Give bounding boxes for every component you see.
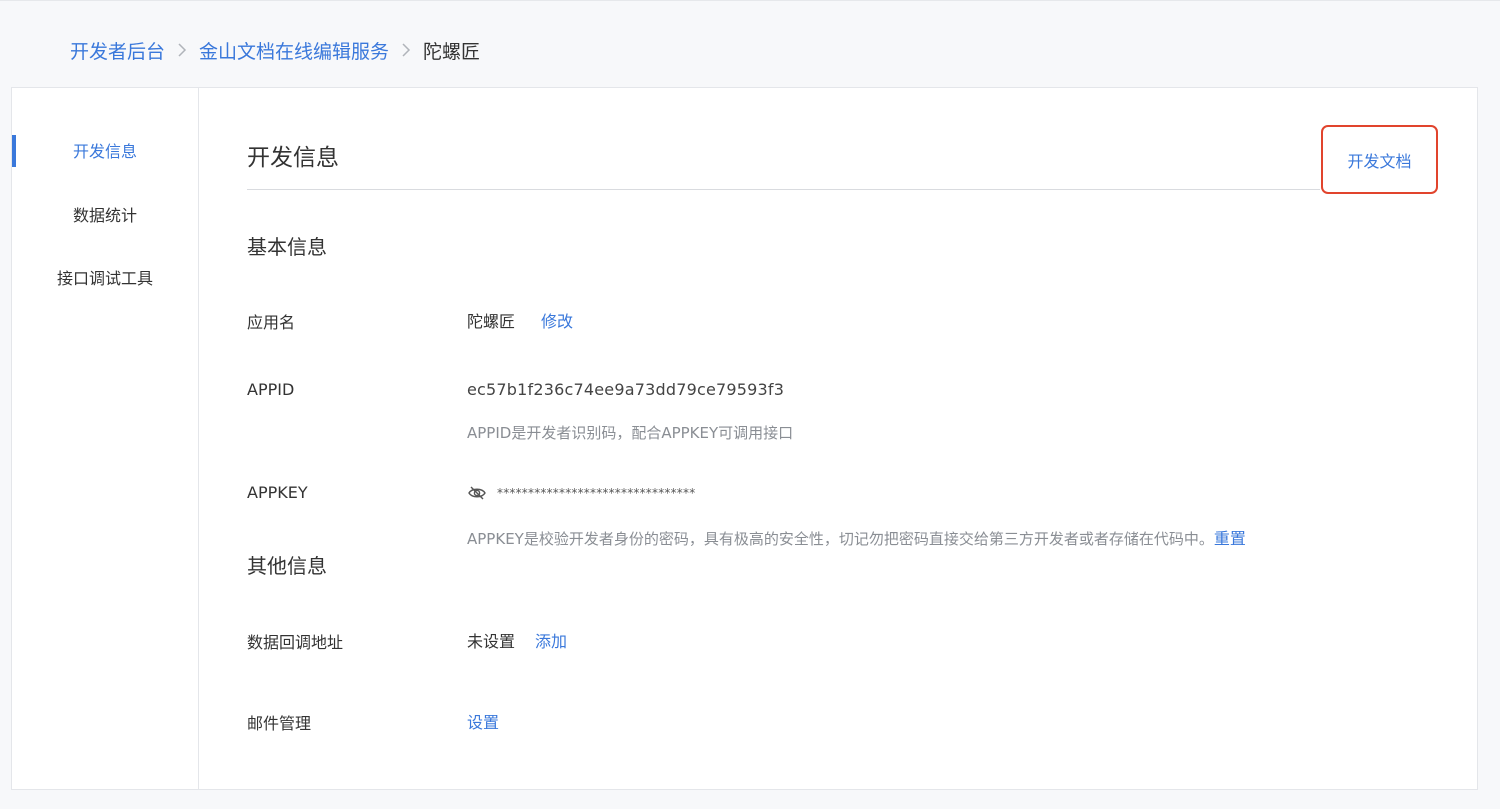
section-title-other: 其他信息 [247, 554, 327, 578]
callback-value: 未设置 [467, 632, 516, 651]
appkey-hint-row: APPKEY是校验开发者身份的密码，具有极高的安全性，切记勿把密码直接交给第三方… [467, 525, 1246, 549]
appkey-row: ******************************** [467, 483, 695, 503]
sidebar-item-api-debug-tool[interactable]: 接口调试工具 [12, 262, 198, 296]
dev-docs-link[interactable]: 开发文档 [1347, 148, 1411, 172]
sidebar: 开发信息 数据统计 接口调试工具 [12, 88, 199, 789]
eye-off-icon[interactable] [467, 483, 487, 503]
main-panel: 开发信息 开发文档 基本信息 应用名 陀螺匠 修改 APPID ec57b1f2… [199, 88, 1477, 789]
mail-label: 邮件管理 [247, 714, 312, 733]
top-divider [0, 0, 1500, 1]
title-divider [247, 189, 1320, 190]
breadcrumb-service[interactable]: 金山文档在线编辑服务 [199, 37, 389, 64]
appkey-reset-link[interactable]: 重置 [1214, 529, 1246, 548]
sidebar-item-data-stats[interactable]: 数据统计 [12, 199, 198, 233]
app-name-edit-link[interactable]: 修改 [541, 308, 573, 332]
sidebar-item-dev-info[interactable]: 开发信息 [12, 135, 198, 169]
breadcrumb: 开发者后台 金山文档在线编辑服务 陀螺匠 [70, 36, 480, 64]
callback-label: 数据回调地址 [247, 633, 344, 652]
appkey-hint: APPKEY是校验开发者身份的密码，具有极高的安全性，切记勿把密码直接交给第三方… [467, 530, 1214, 548]
chevron-right-icon [177, 42, 187, 58]
breadcrumb-developer-console[interactable]: 开发者后台 [70, 37, 165, 64]
callback-add-link[interactable]: 添加 [535, 628, 567, 652]
mail-settings-link[interactable]: 设置 [467, 709, 499, 733]
appkey-label: APPKEY [247, 483, 308, 502]
appid-hint: APPID是开发者识别码，配合APPKEY可调用接口 [467, 424, 794, 442]
section-title-basic: 基本信息 [247, 235, 327, 259]
appkey-masked-value: ******************************** [497, 486, 696, 500]
content-card: 开发信息 数据统计 接口调试工具 开发信息 开发文档 基本信息 应用名 陀螺匠 … [11, 87, 1478, 790]
chevron-right-icon [401, 42, 411, 58]
mail-row: 设置 [467, 709, 499, 733]
doc-link-highlight: 开发文档 [1321, 125, 1438, 194]
app-name-row: 陀螺匠 修改 [467, 308, 573, 332]
appid-label: APPID [247, 380, 295, 399]
page-title: 开发信息 [247, 145, 339, 171]
appid-value: ec57b1f236c74ee9a73dd79ce79593f3 [467, 380, 785, 399]
breadcrumb-current: 陀螺匠 [423, 40, 481, 63]
callback-row: 未设置 添加 [467, 628, 567, 652]
app-name-label: 应用名 [247, 313, 296, 332]
app-name-value: 陀螺匠 [467, 312, 516, 331]
